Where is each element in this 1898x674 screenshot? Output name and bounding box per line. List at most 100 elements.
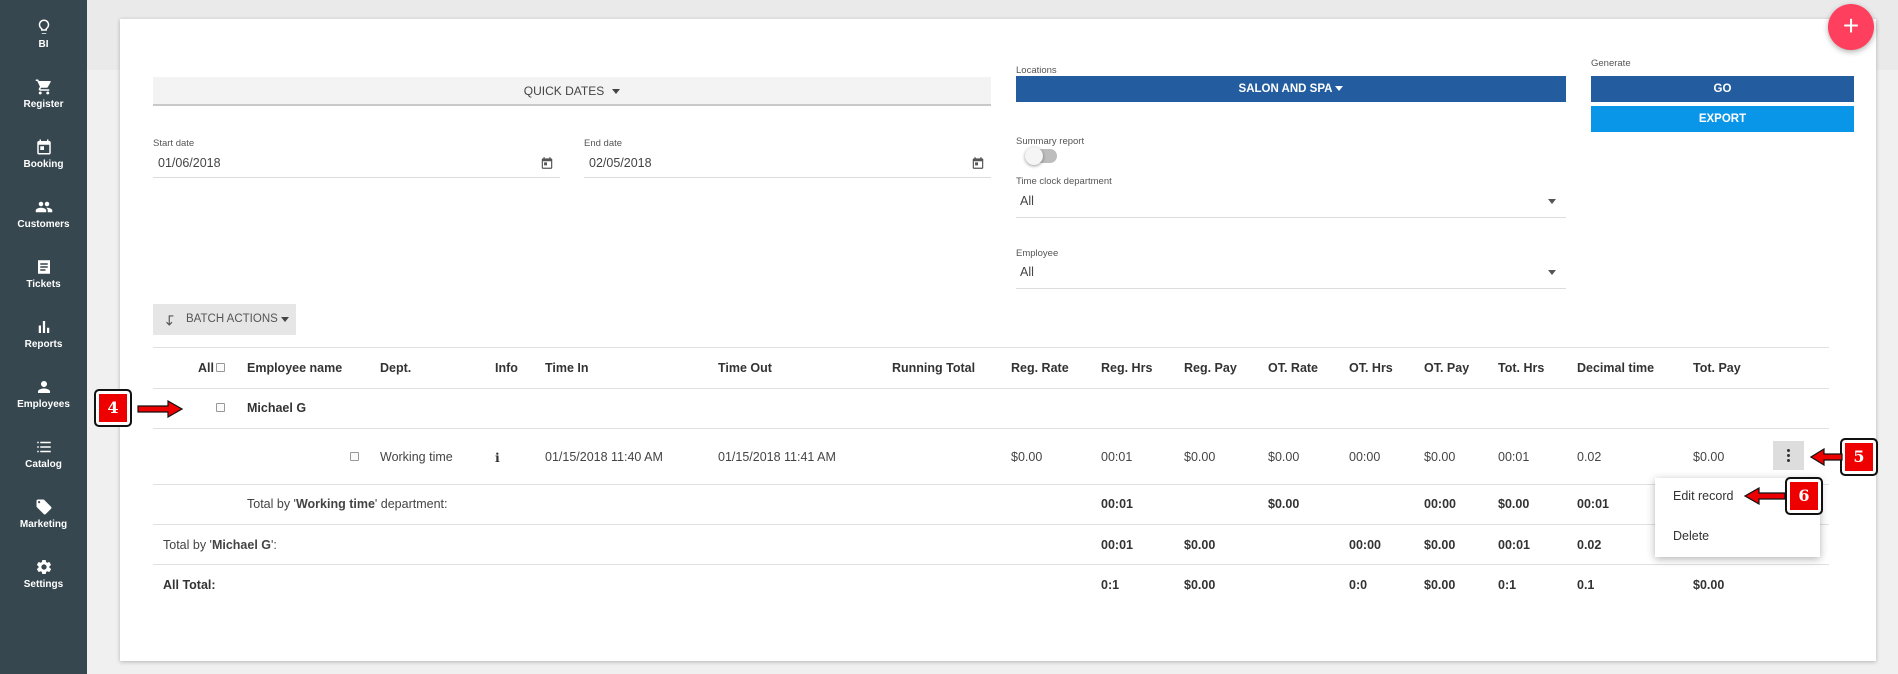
sidebar: BI Register Booking Customers Tickets Re… <box>0 0 87 674</box>
employee-select[interactable]: All <box>1016 261 1566 289</box>
record-row-checkbox[interactable] <box>350 452 359 461</box>
quick-dates-dropdown[interactable]: QUICK DATES <box>153 77 991 106</box>
sidebar-item-register[interactable]: Register <box>0 74 87 130</box>
locations-label: Locations <box>1016 65 1057 76</box>
summary-report-toggle[interactable] <box>1025 147 1057 165</box>
dept-total-ot-pay: 00:00 <box>1424 497 1456 511</box>
header-reg-hrs: Reg. Hrs <box>1101 361 1153 375</box>
all-total-tot-hrs: 0:1 <box>1498 578 1517 592</box>
dept-total-label: Total by 'Working time' department: <box>247 497 447 511</box>
sidebar-item-reports[interactable]: Reports <box>0 314 87 370</box>
all-total-reg-pay: $0.00 <box>1184 578 1216 592</box>
header-tot-pay: Tot. Pay <box>1693 361 1741 375</box>
calendar-icon[interactable] <box>540 156 554 170</box>
callout-badge-5: 5 <box>1840 438 1878 476</box>
sidebar-item-settings[interactable]: Settings <box>0 554 87 610</box>
ticket-icon <box>37 260 50 274</box>
cell-ot-rate: $0.00 <box>1268 450 1300 464</box>
header-dept: Dept. <box>380 361 412 375</box>
cell-decimal: 0.02 <box>1577 450 1602 464</box>
sidebar-item-label: Register <box>23 99 64 110</box>
dept-total-prefix: Total by ' <box>247 497 296 511</box>
table-divider <box>153 484 1829 485</box>
dept-total-suffix: ' department: <box>374 497 448 511</box>
select-all-checkbox[interactable] <box>216 363 225 372</box>
dept-total-reg-hrs: 00:01 <box>1101 497 1133 511</box>
header-all: All <box>198 361 214 375</box>
tag-icon <box>36 499 51 515</box>
employee-total-reg-pay: $0.00 <box>1184 538 1216 552</box>
lightbulb-icon <box>38 19 49 34</box>
cell-ot-hrs: 00:00 <box>1349 450 1381 464</box>
header-reg-rate: Reg. Rate <box>1011 361 1069 375</box>
edit-record-menu-item[interactable]: Edit record <box>1673 489 1733 503</box>
delete-menu-item[interactable]: Delete <box>1673 529 1709 543</box>
sidebar-item-label: Reports <box>24 339 63 350</box>
location-select[interactable]: SALON AND SPA <box>1016 76 1566 102</box>
header-info: Info <box>495 361 518 375</box>
batch-arrow-icon <box>166 315 174 326</box>
cell-reg-rate: $0.00 <box>1011 450 1043 464</box>
employee-total-suffix: ': <box>271 538 277 552</box>
sidebar-item-employees[interactable]: Employees <box>0 374 87 430</box>
dept-total-tot-hrs: $0.00 <box>1498 497 1530 511</box>
sidebar-item-marketing[interactable]: Marketing <box>0 494 87 550</box>
quick-dates-label: QUICK DATES <box>523 84 605 98</box>
header-ot-hrs: OT. Hrs <box>1349 361 1393 375</box>
dept-total-ot-rate: $0.00 <box>1268 497 1300 511</box>
sidebar-item-label: Settings <box>23 579 64 590</box>
callout-arrow-icon <box>137 400 184 418</box>
go-button[interactable]: GO <box>1591 76 1854 102</box>
employee-row-checkbox[interactable] <box>216 403 225 412</box>
employee-total-name: Michael G <box>211 538 271 552</box>
dept-value: All <box>1020 194 1034 208</box>
add-fab-button[interactable]: + <box>1828 4 1874 50</box>
sidebar-item-bi[interactable]: BI <box>0 14 87 70</box>
table-divider <box>153 524 1829 525</box>
callout-arrow-icon <box>1743 487 1786 505</box>
gear-icon <box>36 559 51 575</box>
people-icon <box>35 201 52 213</box>
end-date-field[interactable]: 02/05/2018 <box>584 152 991 178</box>
header-employee-name: Employee name <box>247 361 343 375</box>
info-icon[interactable]: i <box>495 450 500 465</box>
end-date-value: 02/05/2018 <box>589 156 652 170</box>
export-button[interactable]: EXPORT <box>1591 106 1854 132</box>
employee-value: All <box>1020 265 1034 279</box>
sidebar-item-label: Tickets <box>26 279 61 290</box>
batch-actions-button[interactable]: BATCH ACTIONS <box>153 304 296 335</box>
start-date-field[interactable]: 01/06/2018 <box>153 152 560 178</box>
all-total-tot-pay: $0.00 <box>1693 578 1725 592</box>
chevron-down-icon <box>1548 199 1556 204</box>
cart-icon <box>35 79 51 95</box>
sidebar-item-catalog[interactable]: Catalog <box>0 434 87 490</box>
header-ot-rate: OT. Rate <box>1268 361 1319 375</box>
employee-total-prefix: Total by ' <box>163 538 212 552</box>
cell-reg-pay: $0.00 <box>1184 450 1216 464</box>
toggle-knob <box>1025 147 1043 165</box>
chevron-down-icon <box>1335 86 1344 92</box>
sidebar-item-tickets[interactable]: Tickets <box>0 254 87 310</box>
sidebar-item-label: Employees <box>17 399 70 410</box>
sidebar-item-customers[interactable]: Customers <box>0 194 87 250</box>
bar-chart-icon <box>38 321 49 333</box>
row-more-button[interactable] <box>1773 441 1804 470</box>
header-tot-hrs: Tot. Hrs <box>1498 361 1545 375</box>
dept-select[interactable]: All <box>1016 190 1566 218</box>
all-total-label: All Total: <box>163 578 216 592</box>
employee-total-tot-hrs: 00:01 <box>1498 538 1530 552</box>
summary-report-label: Summary report <box>1016 136 1085 147</box>
list-icon <box>36 441 51 453</box>
all-total-ot-pay: $0.00 <box>1424 578 1456 592</box>
cell-tot-hrs: 00:01 <box>1498 450 1530 464</box>
dept-label: Time clock department <box>1016 176 1112 187</box>
employee-label: Employee <box>1016 248 1059 259</box>
cell-tot-pay: $0.00 <box>1693 450 1725 464</box>
calendar-icon[interactable] <box>971 156 985 170</box>
header-time-out: Time Out <box>718 361 772 375</box>
calendar-icon <box>36 139 51 155</box>
header-running-total: Running Total <box>892 361 976 375</box>
sidebar-item-booking[interactable]: Booking <box>0 134 87 190</box>
employee-total-ot-pay: $0.00 <box>1424 538 1456 552</box>
end-date-label: End date <box>584 138 623 149</box>
